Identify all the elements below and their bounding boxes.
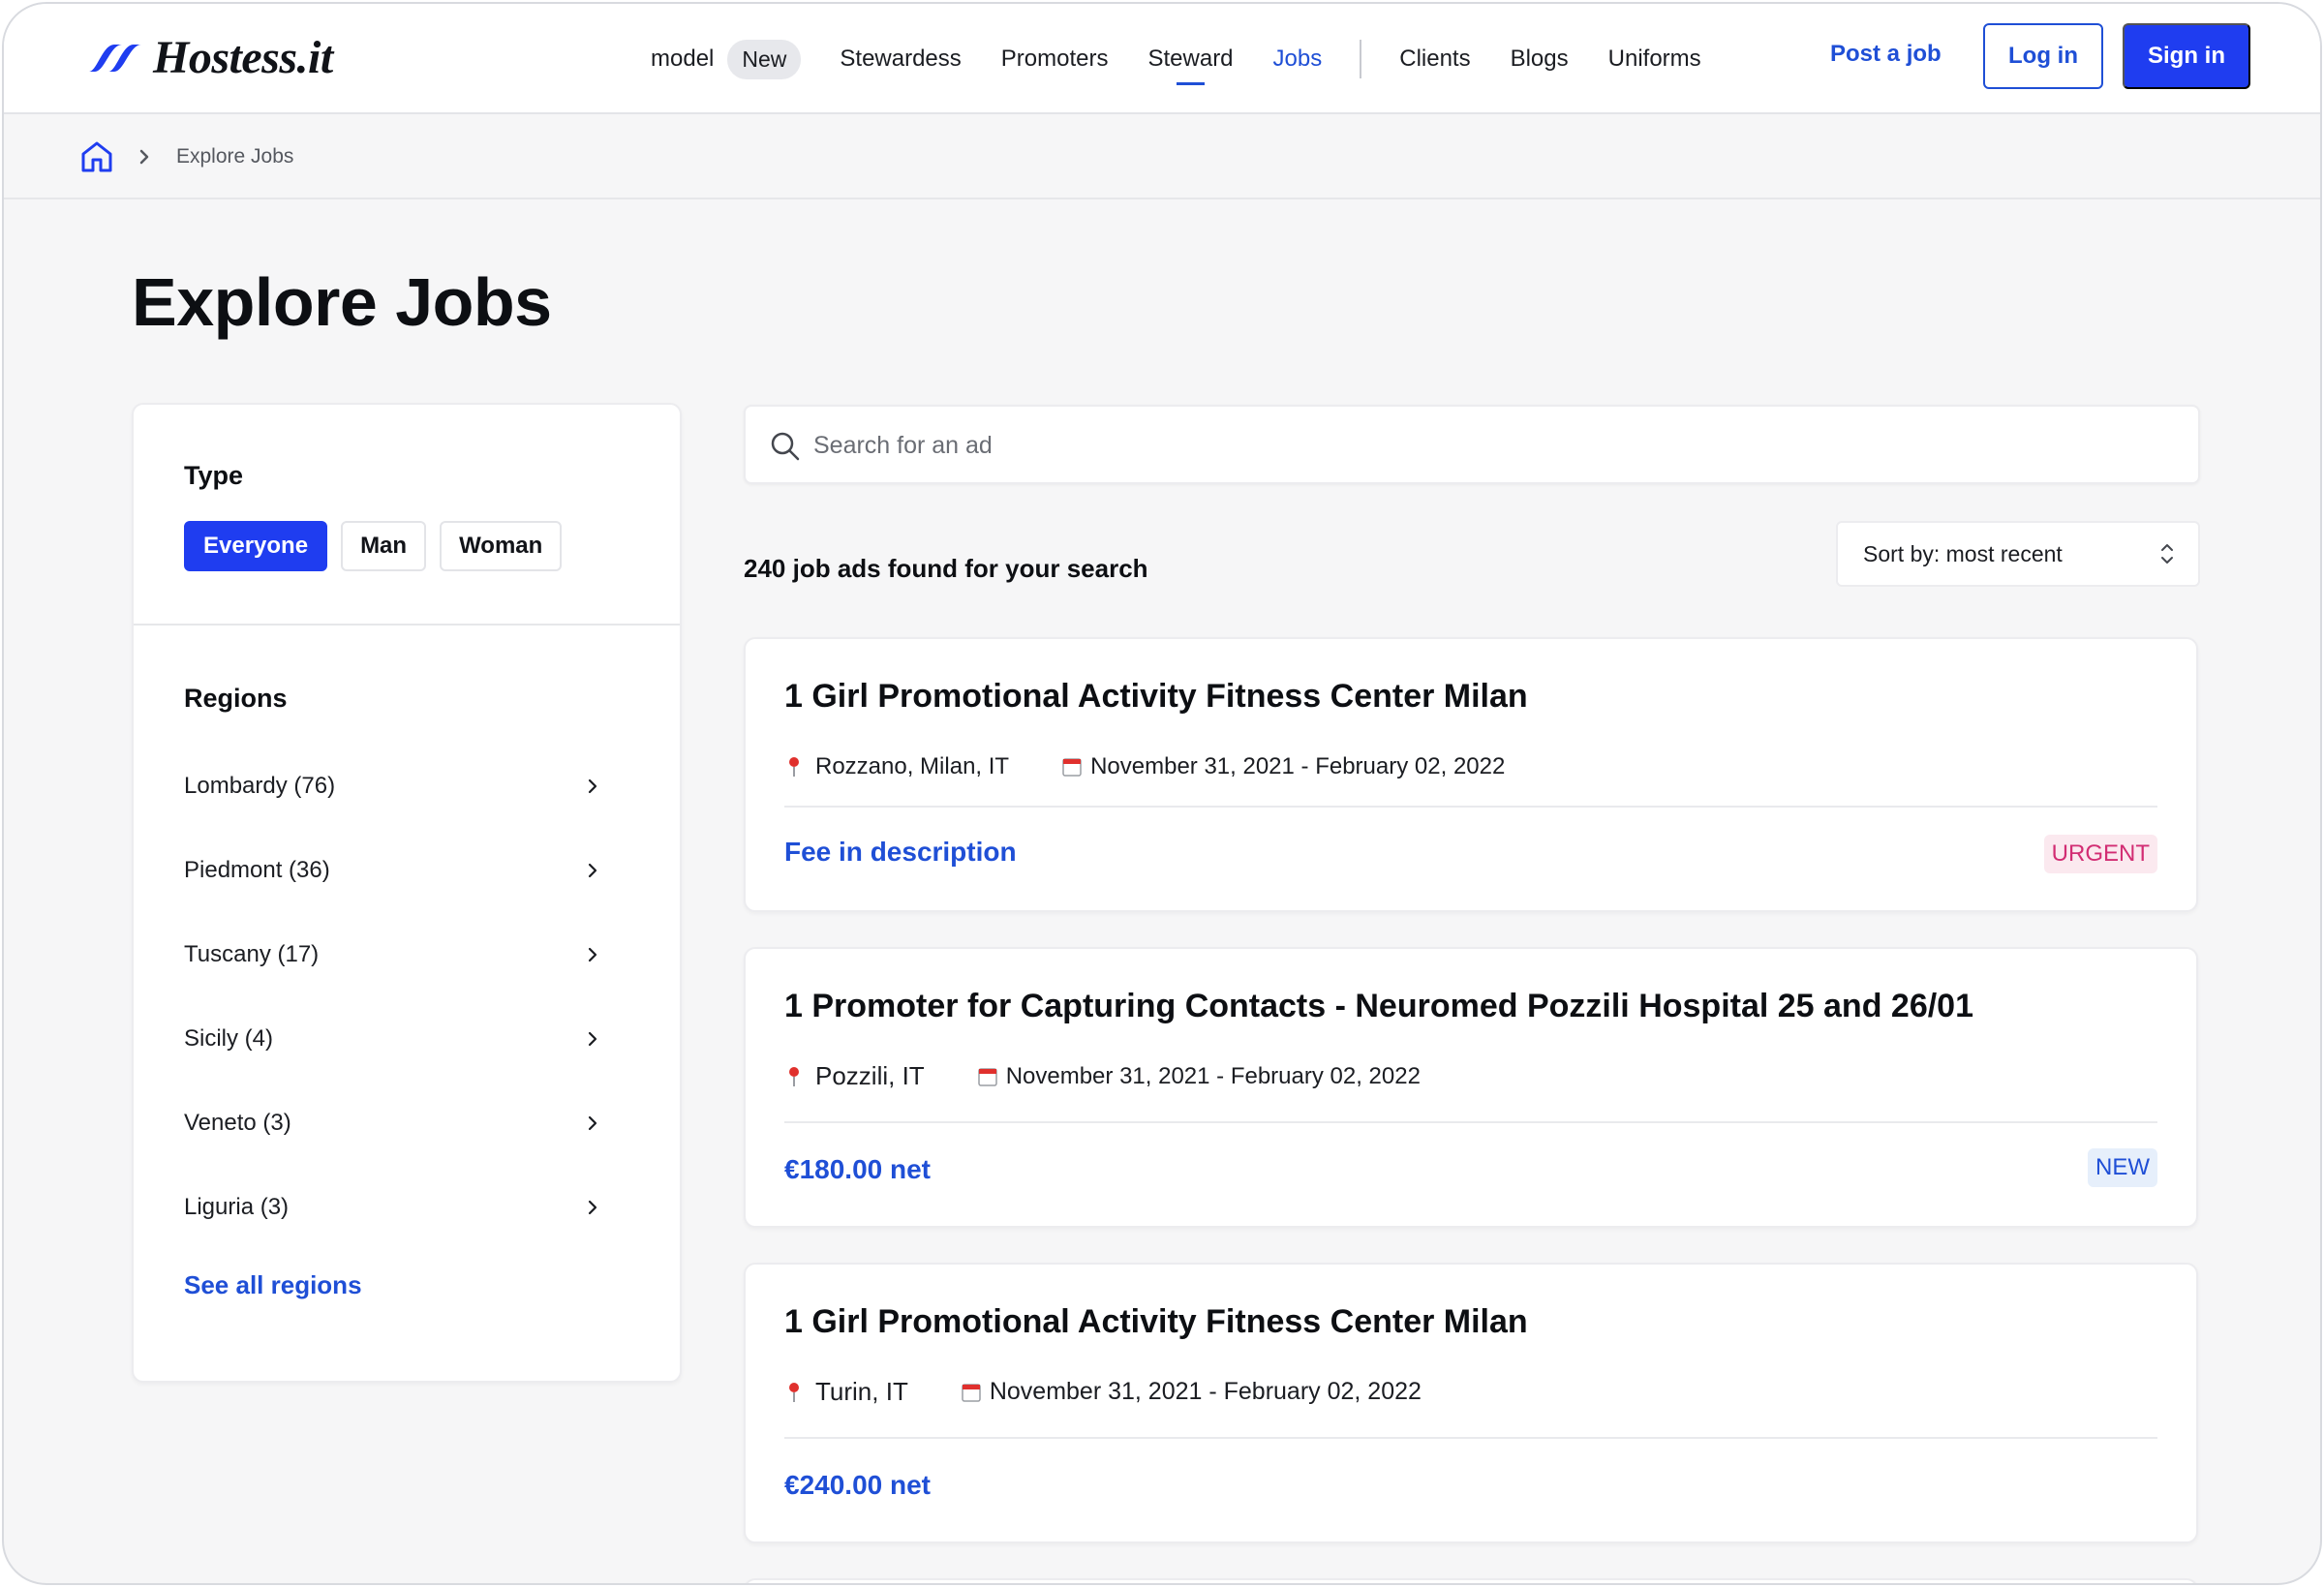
card-divider <box>784 1121 2157 1123</box>
region-item-sicily[interactable]: Sicily (4) <box>184 996 600 1081</box>
search-bar <box>744 405 2200 484</box>
browser-frame: Hostess.it model New Stewardess Promoter… <box>2 2 2322 1585</box>
region-label: Liguria (3) <box>184 1193 290 1220</box>
nav-item-steward[interactable]: Steward <box>1147 33 1234 85</box>
breadcrumb-current: Explore Jobs <box>176 145 294 168</box>
region-item-liguria[interactable]: Liguria (3) <box>184 1165 600 1249</box>
type-man-button[interactable]: Man <box>341 521 427 571</box>
job-fee: €240.00 net <box>784 1470 931 1500</box>
chevron-right-icon <box>588 1031 597 1046</box>
region-item-veneto[interactable]: Veneto (3) <box>184 1081 600 1165</box>
nav-item-jobs[interactable]: Jobs <box>1273 33 1323 85</box>
chevron-right-icon <box>588 863 597 877</box>
chevron-right-icon <box>588 778 597 793</box>
region-label: Veneto (3) <box>184 1109 291 1136</box>
calendar-icon <box>1062 758 1082 777</box>
job-meta: Pozzili, IT November 31, 2021 - February… <box>784 1061 1421 1091</box>
new-badge: New <box>727 39 802 79</box>
job-meta: Turin, IT November 31, 2021 - February 0… <box>784 1377 1422 1407</box>
location-pin-icon <box>789 1066 799 1086</box>
page-title: Explore Jobs <box>132 264 552 340</box>
regions-heading: Regions <box>184 684 288 713</box>
site-header: Hostess.it model New Stewardess Promoter… <box>4 4 2320 114</box>
home-icon[interactable] <box>79 139 114 174</box>
type-everyone-button[interactable]: Everyone <box>184 521 328 571</box>
nav-item-clients[interactable]: Clients <box>1399 33 1470 85</box>
job-fee: €180.00 net <box>784 1154 931 1184</box>
job-title[interactable]: 1 Promoter for Capturing Contacts - Neur… <box>784 988 1973 1025</box>
region-label: Lombardy (76) <box>184 772 336 799</box>
region-item-tuscany[interactable]: Tuscany (17) <box>184 912 600 996</box>
search-input[interactable] <box>813 424 2169 467</box>
job-card[interactable] <box>744 1578 2198 1583</box>
filter-sidebar: Type Everyone Man Woman Regions Lombardy… <box>132 403 682 1383</box>
region-label: Tuscany (17) <box>184 940 320 967</box>
chevron-right-icon <box>588 1200 597 1214</box>
job-dates: November 31, 2021 - February 02, 2022 <box>1090 753 1506 779</box>
region-label: Sicily (4) <box>184 1024 274 1052</box>
location-pin-icon <box>789 757 799 777</box>
nav-item-promoters[interactable]: Promoters <box>1001 33 1109 85</box>
job-card[interactable]: 1 Promoter for Capturing Contacts - Neur… <box>744 947 2198 1228</box>
job-meta: Rozzano, Milan, IT November 31, 2021 - F… <box>784 753 1505 780</box>
calendar-icon <box>977 1067 997 1086</box>
type-filter-group: Everyone Man Woman <box>184 521 563 571</box>
job-location: Turin, IT <box>815 1377 908 1406</box>
nav-separator <box>1360 40 1362 78</box>
card-divider <box>784 1437 2157 1439</box>
sidebar-divider <box>134 624 680 626</box>
job-card[interactable]: 1 Girl Promotional Activity Fitness Cent… <box>744 637 2198 912</box>
main-nav: model New Stewardess Promoters Steward J… <box>651 33 1741 85</box>
card-divider <box>784 806 2157 808</box>
type-heading: Type <box>184 461 244 490</box>
urgent-badge: URGENT <box>2043 835 2157 873</box>
see-all-regions-link[interactable]: See all regions <box>184 1270 362 1300</box>
logo[interactable]: Hostess.it <box>79 31 333 84</box>
job-card[interactable]: 1 Girl Promotional Activity Fitness Cent… <box>744 1263 2198 1543</box>
job-dates: November 31, 2021 - February 02, 2022 <box>1005 1062 1421 1089</box>
job-title[interactable]: 1 Girl Promotional Activity Fitness Cent… <box>784 1303 1528 1341</box>
job-location: Rozzano, Milan, IT <box>815 753 1010 779</box>
job-title[interactable]: 1 Girl Promotional Activity Fitness Cent… <box>784 678 1528 716</box>
location-pin-icon <box>789 1382 799 1402</box>
nav-item-uniforms[interactable]: Uniforms <box>1608 33 1701 85</box>
type-woman-button[interactable]: Woman <box>440 521 563 571</box>
job-dates: November 31, 2021 - February 02, 2022 <box>989 1378 1422 1405</box>
job-location: Pozzili, IT <box>815 1061 925 1090</box>
region-list: Lombardy (76) Piedmont (36) Tuscany (17)… <box>184 744 600 1249</box>
chevron-right-icon <box>139 149 149 165</box>
new-badge: NEW <box>2088 1148 2157 1187</box>
signin-button[interactable]: Sign in <box>2123 23 2250 89</box>
chevron-right-icon <box>588 1115 597 1130</box>
sort-label: Sort by: most recent <box>1863 540 2063 566</box>
region-label: Piedmont (36) <box>184 856 330 883</box>
breadcrumb: Explore Jobs <box>4 116 2320 199</box>
post-job-link[interactable]: Post a job <box>1830 41 1942 68</box>
sort-select[interactable]: Sort by: most recent <box>1836 521 2200 587</box>
logo-icon <box>89 44 141 72</box>
calendar-icon <box>962 1383 981 1402</box>
region-item-piedmont[interactable]: Piedmont (36) <box>184 828 600 912</box>
results-count: 240 job ads found for your search <box>744 554 1148 583</box>
chevron-updown-icon <box>2161 544 2173 564</box>
region-item-lombardy[interactable]: Lombardy (76) <box>184 744 600 828</box>
search-icon <box>771 432 800 461</box>
chevron-right-icon <box>588 947 597 961</box>
job-fee: Fee in description <box>784 837 1017 867</box>
login-button[interactable]: Log in <box>1983 23 2103 89</box>
nav-item-model[interactable]: model <box>651 33 714 85</box>
nav-item-blogs[interactable]: Blogs <box>1511 33 1569 85</box>
logo-text: Hostess.it <box>153 32 333 83</box>
nav-item-stewardess[interactable]: Stewardess <box>840 33 961 85</box>
